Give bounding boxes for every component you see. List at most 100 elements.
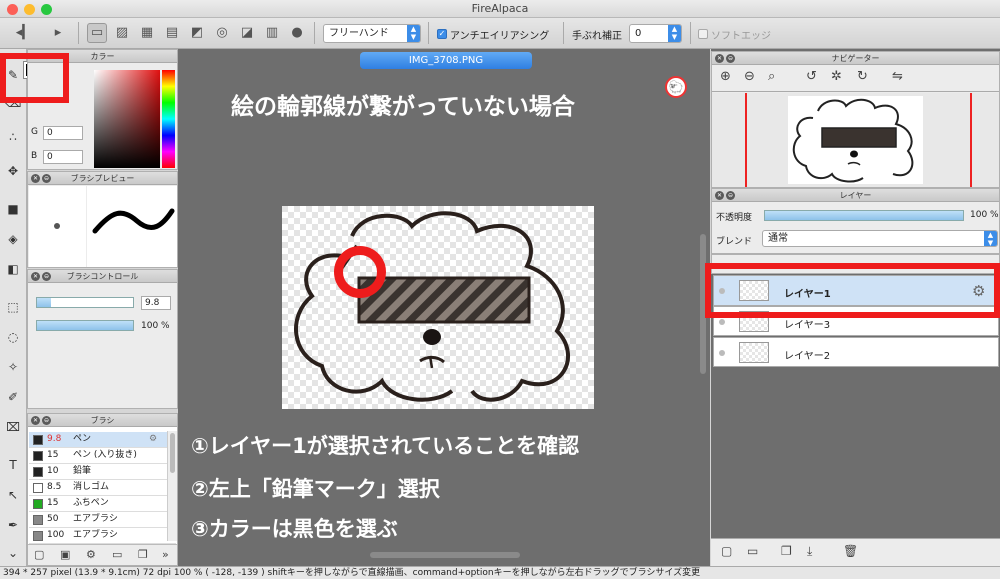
pattern-grid-icon[interactable]: ▦ — [137, 23, 157, 43]
collapse-panel-icon[interactable]: ⊖ — [42, 272, 51, 281]
canvas-horizontal-scrollbar[interactable] — [370, 552, 520, 558]
stabilizer-select[interactable]: 0 ▲ ▼ — [629, 24, 682, 43]
brush-panel-header: ✕ ⊖ ブラシ — [28, 414, 177, 427]
layer-row-2[interactable]: レイヤー2 — [713, 337, 999, 367]
brush-mode-select[interactable]: フリーハンド ▲ ▼ — [323, 24, 421, 43]
brush-item[interactable]: 100 エアブラシ — [29, 528, 176, 544]
pattern-diagonal-icon[interactable]: ▨ — [112, 23, 132, 43]
next-icon[interactable]: ▸ — [48, 23, 68, 43]
zoom-out-icon[interactable]: ⊖ — [744, 69, 755, 84]
brush-preview-title: ブラシプレビュー — [70, 174, 135, 183]
rotate-right-icon[interactable]: ↻ — [857, 69, 868, 84]
g-label: G — [31, 127, 38, 137]
lasso-icon[interactable]: ◌ — [3, 327, 23, 347]
new-layer-icon[interactable]: ▢ — [721, 544, 732, 558]
brush-item[interactable]: 10 鉛筆 — [29, 464, 176, 480]
hue-slider[interactable] — [162, 70, 175, 168]
brush-control-panel: ✕ ⊖ ブラシコントロール 9.8 100 % — [27, 269, 178, 409]
new-folder-icon[interactable]: ▭ — [747, 544, 758, 558]
navigator-preview[interactable] — [712, 93, 999, 187]
pattern-table-icon[interactable]: ▥ — [262, 23, 282, 43]
blend-mode-value: 通常 — [768, 233, 788, 244]
select-rect-icon[interactable]: ⬚ — [3, 297, 23, 317]
b-value-field[interactable]: 0 — [43, 150, 83, 164]
select-eraser-icon[interactable]: ⌧ — [3, 417, 23, 437]
zoom-fit-icon[interactable]: ⌕ — [768, 69, 775, 84]
text-icon[interactable]: T — [3, 455, 23, 475]
pattern-lines-icon[interactable]: ▤ — [162, 23, 182, 43]
move-icon[interactable]: ✥ — [3, 161, 23, 181]
layer-opacity-value: 100 % — [970, 210, 999, 220]
document-tab[interactable]: IMG_3708.PNG — [360, 52, 532, 69]
layer-opacity-slider[interactable] — [764, 210, 964, 221]
trash-icon[interactable]: 🗑 — [843, 544, 858, 558]
duplicate-layer-icon[interactable]: ❐ — [781, 544, 792, 558]
soft-edge-checkbox[interactable] — [698, 29, 708, 39]
close-panel-icon[interactable]: ✕ — [715, 54, 724, 63]
canvas-heading: 絵の輪郭線が繋がっていない場合 — [231, 94, 575, 120]
rotate-left-icon[interactable]: ↺ — [806, 69, 817, 84]
copy-icon[interactable]: ❐ — [138, 548, 148, 561]
brush-item[interactable]: 50 エアブラシ — [29, 512, 176, 528]
brush-name: 消しゴム — [73, 482, 110, 492]
tool-column: ✎ ⌫ ∴ ✥ ■ ◈ ◧ ⬚ ◌ ✧ ✐ ⌧ T ↖ ✒ ⌄ — [0, 49, 27, 566]
brush-item[interactable]: 8.5 消しゴム — [29, 480, 176, 496]
prev-icon[interactable]: ◂▎ — [14, 23, 34, 43]
pattern-corner-icon[interactable]: ◪ — [237, 23, 257, 43]
brush-name: エアブラシ — [73, 514, 118, 524]
collapse-panel-icon[interactable]: ⊖ — [42, 416, 51, 425]
brush-size: 10 — [47, 466, 59, 476]
brush-size-field[interactable]: 9.8 — [141, 296, 171, 310]
navigator-toolbar: ⊕ ⊖ ⌕ ↺ ✲ ↻ ⇋ — [712, 66, 999, 92]
close-panel-icon[interactable]: ✕ — [31, 272, 40, 281]
collapse-panel-icon[interactable]: ⊖ — [726, 191, 735, 200]
select-pen-icon[interactable]: ✐ — [3, 387, 23, 407]
fill-rect-icon[interactable]: ■ — [3, 199, 23, 219]
merge-layer-icon[interactable]: ⤓ — [807, 544, 812, 559]
g-value-field[interactable]: 0 — [43, 126, 83, 140]
reset-rotation-icon[interactable]: ✲ — [831, 69, 842, 84]
collapse-panel-icon[interactable]: ⊖ — [726, 54, 735, 63]
visibility-dot-icon[interactable] — [719, 319, 725, 325]
brush-color-swatch — [33, 467, 43, 477]
eyedropper-icon[interactable]: ✒ — [3, 515, 23, 535]
pattern-dither-icon[interactable]: ◩ — [187, 23, 207, 43]
dot-icon[interactable]: ● — [287, 23, 307, 43]
brush-panel-footer: ▢ ▣ ⚙ ▭ ❐ » — [28, 544, 177, 565]
antialias-checkbox[interactable]: ✓ — [437, 29, 447, 39]
blend-mode-select[interactable]: 通常 ▲ ▼ — [762, 230, 998, 247]
brush-name: ペン (入り抜き) — [73, 450, 137, 460]
magic-wand-icon[interactable]: ✧ — [3, 357, 23, 377]
zoom-in-icon[interactable]: ⊕ — [720, 69, 731, 84]
brush-settings-icon[interactable]: ⚙ — [86, 548, 96, 561]
brush-item[interactable]: 15 ペン (入り抜き) — [29, 448, 176, 464]
new-brush-icon[interactable]: ▢ — [34, 548, 44, 561]
brush-opacity-slider[interactable] — [36, 320, 134, 331]
visibility-dot-icon[interactable] — [719, 350, 725, 356]
folder-icon[interactable]: ▭ — [112, 548, 122, 561]
duplicate-brush-icon[interactable]: ▣ — [60, 548, 70, 561]
flip-icon[interactable]: ⇋ — [892, 69, 903, 84]
bucket-icon[interactable]: ◈ — [3, 229, 23, 249]
brush-color-swatch — [33, 435, 43, 445]
expand-icon[interactable]: ⌄ — [3, 543, 23, 563]
gradient-icon[interactable]: ◧ — [3, 259, 23, 279]
close-panel-icon[interactable]: ✕ — [31, 416, 40, 425]
brush-size-slider[interactable] — [36, 297, 134, 308]
close-panel-icon[interactable]: ✕ — [31, 174, 40, 183]
dotpen-icon[interactable]: ∴ — [3, 127, 23, 147]
close-panel-icon[interactable]: ✕ — [715, 191, 724, 200]
gear-icon[interactable]: ⚙ — [149, 432, 157, 447]
saturation-value-picker[interactable] — [94, 70, 160, 168]
pattern-concentric-icon[interactable]: ◎ — [212, 23, 232, 43]
brush-item[interactable]: 9.8 ペン ⚙ — [29, 432, 176, 448]
operation-icon[interactable]: ↖ — [3, 485, 23, 505]
brush-item[interactable]: 15 ふちペン — [29, 496, 176, 512]
brush-list-scrollbar[interactable] — [167, 431, 177, 541]
brush-pattern-none-icon[interactable]: ▭ — [87, 23, 107, 43]
brush-size: 50 — [47, 514, 59, 524]
more-icon[interactable]: » — [162, 548, 169, 561]
chevron-updown-icon: ▲ ▼ — [984, 231, 997, 247]
status-bar: 394 * 257 pixel (13.9 * 9.1cm) 72 dpi 10… — [0, 566, 1000, 579]
collapse-panel-icon[interactable]: ⊖ — [42, 174, 51, 183]
